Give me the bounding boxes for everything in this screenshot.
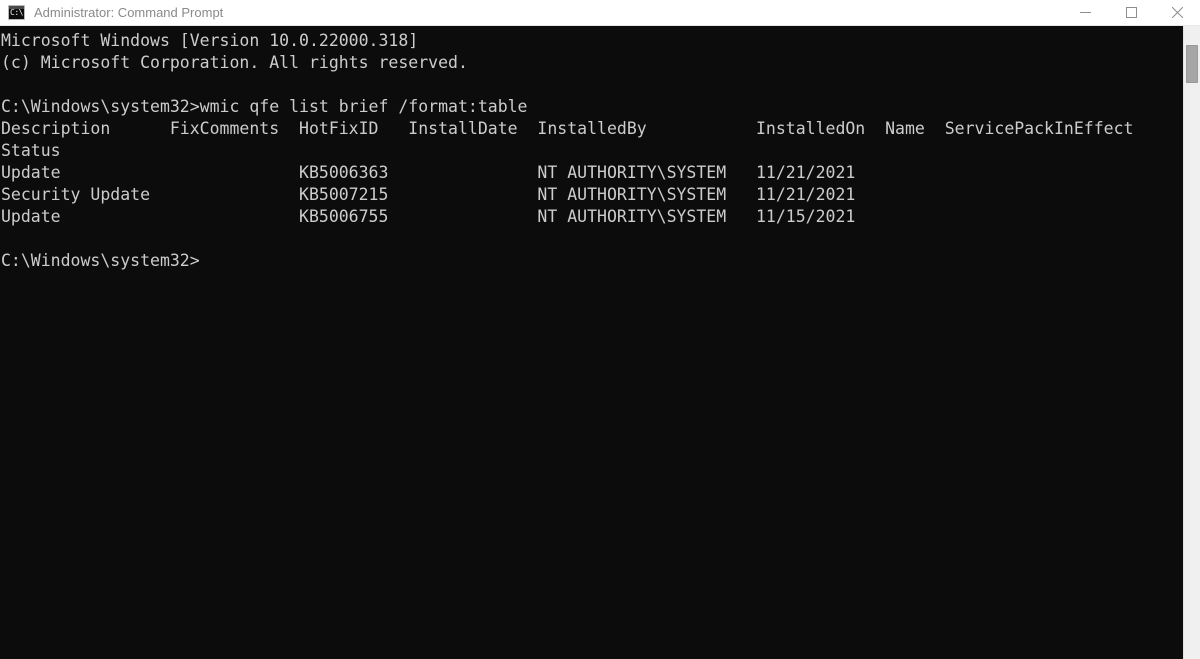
close-icon <box>1172 7 1183 18</box>
maximize-button[interactable] <box>1108 0 1154 26</box>
title-bar[interactable]: C:\ Administrator: Command Prompt <box>0 0 1200 26</box>
cmd-icon-titlestrip <box>9 6 24 9</box>
maximize-icon <box>1126 7 1137 18</box>
title-bar-left: C:\ Administrator: Command Prompt <box>0 0 223 25</box>
cmd-icon[interactable]: C:\ <box>8 5 25 20</box>
console-scrollbar[interactable] <box>1183 26 1200 659</box>
command-prompt-window: C:\ Administrator: Command Prompt <box>0 0 1200 659</box>
minimize-icon <box>1080 7 1091 18</box>
scrollbar-thumb[interactable] <box>1186 45 1198 83</box>
window-controls <box>1062 0 1200 26</box>
window-title: Administrator: Command Prompt <box>34 5 223 20</box>
close-button[interactable] <box>1154 0 1200 26</box>
cmd-icon-prompt-glyph: C:\ <box>9 9 23 19</box>
console-text: Microsoft Windows [Version 10.0.22000.31… <box>0 26 1133 272</box>
minimize-button[interactable] <box>1062 0 1108 26</box>
console-output-area[interactable]: Microsoft Windows [Version 10.0.22000.31… <box>0 26 1200 659</box>
